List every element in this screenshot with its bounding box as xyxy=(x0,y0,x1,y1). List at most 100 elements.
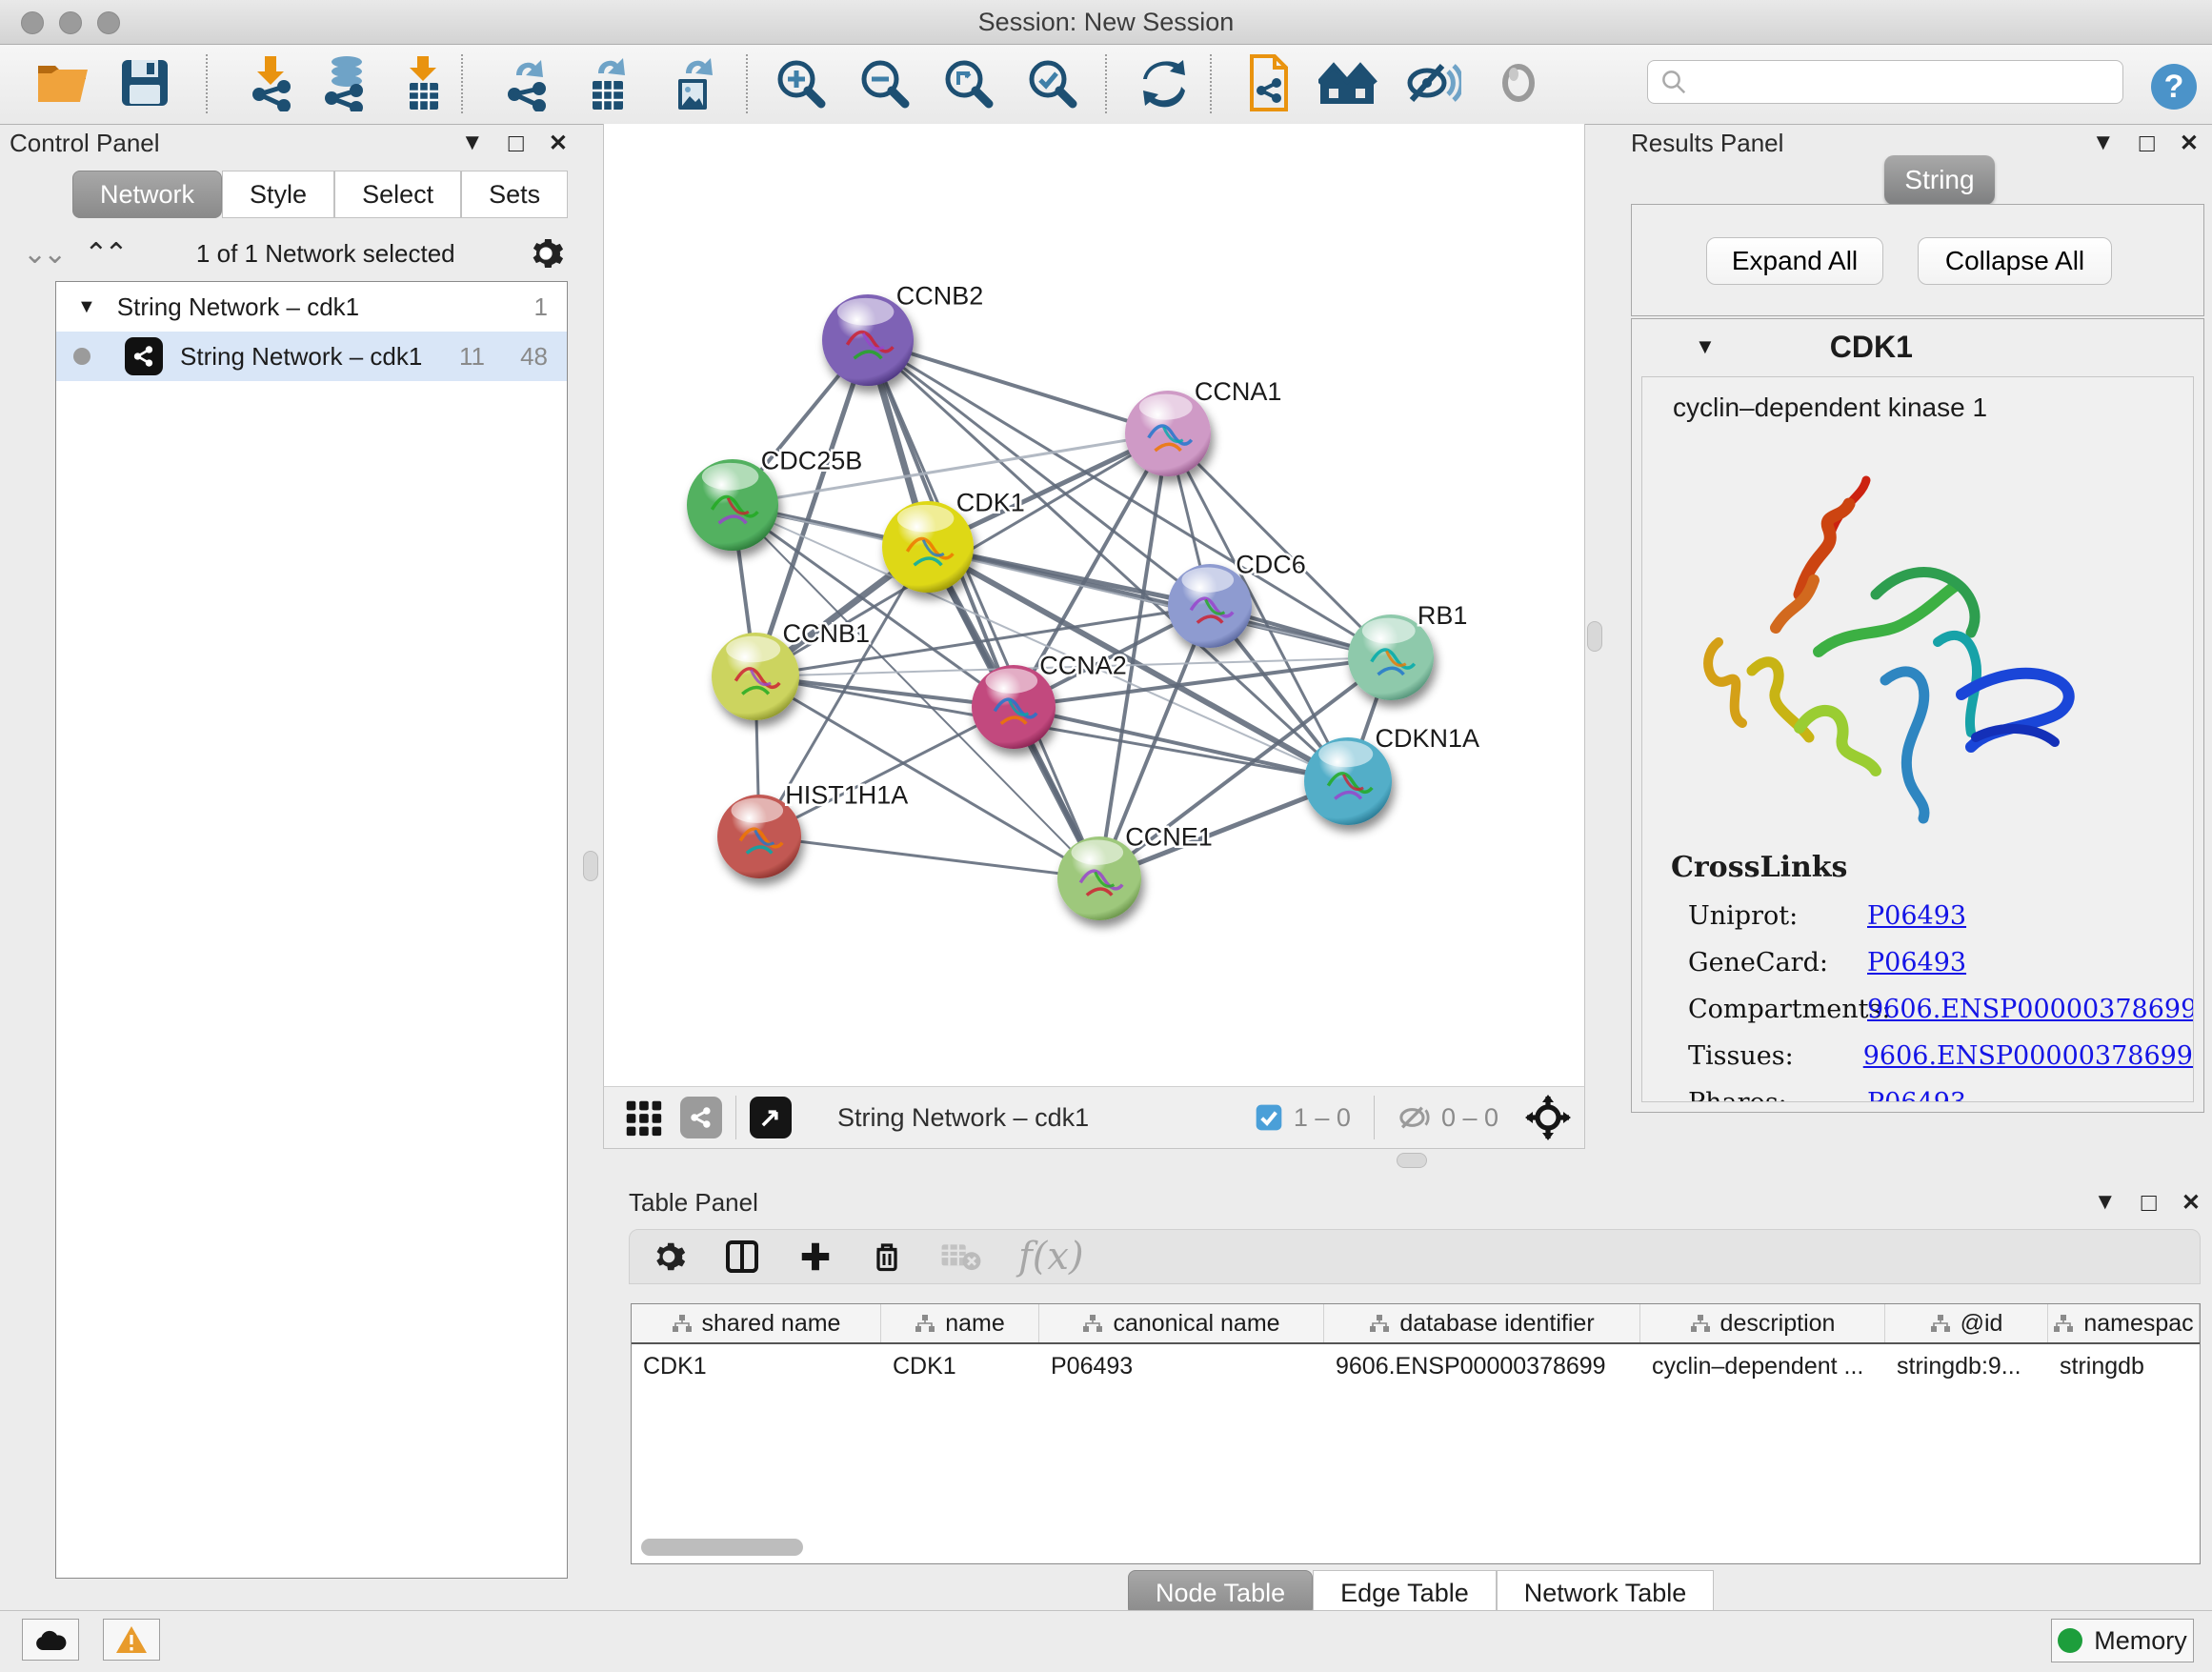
table-options-gear-icon[interactable] xyxy=(651,1239,687,1275)
string-home-button[interactable] xyxy=(1318,56,1379,113)
edge-CCNB2-CCNA1[interactable] xyxy=(868,340,1168,433)
network-row[interactable]: String Network – cdk1 11 48 xyxy=(56,332,567,381)
add-column-icon[interactable] xyxy=(797,1239,834,1275)
network-canvas[interactable]: CCNB2 CCNA1 CDC25B CDK1 CDC6 RB1 xyxy=(603,124,1585,1086)
tab-network[interactable]: Network xyxy=(72,171,222,218)
node-CCNB1[interactable]: CCNB1 xyxy=(712,619,870,720)
shared-column-icon xyxy=(915,1314,935,1333)
tab-edge-table[interactable]: Edge Table xyxy=(1313,1570,1497,1616)
cell-database-identifier[interactable]: 9606.ENSP00000378699 xyxy=(1324,1353,1640,1380)
column-header-description[interactable]: description xyxy=(1640,1304,1885,1342)
update-networks-button[interactable] xyxy=(1134,56,1195,113)
crosslink-link[interactable]: P06493 xyxy=(1867,948,1966,977)
zoom-in-button[interactable] xyxy=(770,56,831,113)
export-image-button[interactable] xyxy=(663,56,724,113)
crosslink-link[interactable]: 9606.ENSP00000378699 xyxy=(1867,995,2194,1024)
control-panel-collapse-icon[interactable]: ▼ xyxy=(461,130,484,156)
network-collection-row[interactable]: ▼ String Network – cdk1 1 xyxy=(56,282,567,332)
memory-label: Memory xyxy=(2094,1626,2187,1656)
search-input[interactable] xyxy=(1647,60,2123,104)
column-header-shared-name[interactable]: shared name xyxy=(632,1304,881,1342)
tab-select[interactable]: Select xyxy=(334,171,461,218)
memory-button[interactable]: Memory xyxy=(2051,1619,2194,1662)
show-columns-icon[interactable] xyxy=(723,1238,761,1276)
import-table-button[interactable] xyxy=(392,56,453,113)
tab-string[interactable]: String xyxy=(1884,155,1995,205)
tab-node-table[interactable]: Node Table xyxy=(1128,1570,1313,1616)
left-splitter-handle[interactable] xyxy=(583,851,598,881)
tab-sets[interactable]: Sets xyxy=(461,171,568,218)
cell-canonical-name[interactable]: P06493 xyxy=(1039,1353,1324,1380)
expand-all-trees-icon[interactable]: ⌃⌃ xyxy=(84,237,124,271)
show-panel-button[interactable] xyxy=(1488,56,1549,113)
table-panel-float-icon[interactable]: □ xyxy=(2142,1188,2157,1218)
edge-HIST1H1A-CCNE1[interactable] xyxy=(759,836,1099,878)
import-network-file-button[interactable] xyxy=(240,56,301,113)
toolbar-separator xyxy=(206,54,208,113)
string-network-graph[interactable]: CCNB2 CCNA1 CDC25B CDK1 CDC6 RB1 xyxy=(604,124,1584,1086)
tab-style[interactable]: Style xyxy=(222,171,334,218)
export-table-button[interactable] xyxy=(577,56,638,113)
crosslink-link[interactable]: 9606.ENSP00000378699 xyxy=(1863,1041,2193,1071)
collapse-protein-icon[interactable]: ▼ xyxy=(1695,334,1716,359)
network-share-view-icon[interactable] xyxy=(680,1097,722,1138)
network-options-gear-icon[interactable] xyxy=(527,234,565,272)
node-CCNA1[interactable]: CCNA1 xyxy=(1125,377,1281,476)
results-panel-close-icon[interactable]: ✕ xyxy=(2180,130,2199,157)
results-panel-float-icon[interactable]: □ xyxy=(2140,129,2155,158)
warnings-button[interactable] xyxy=(103,1619,160,1661)
selected-checkbox-icon[interactable] xyxy=(1254,1102,1284,1133)
delete-column-icon[interactable] xyxy=(870,1239,904,1275)
control-panel-float-icon[interactable]: □ xyxy=(509,129,524,158)
export-image-icon xyxy=(667,54,720,116)
birdseye-view-icon[interactable] xyxy=(750,1097,792,1138)
export-network-button[interactable] xyxy=(495,56,556,113)
node-label-CCNA1: CCNA1 xyxy=(1195,377,1282,406)
table-row[interactable]: CDK1CDK1P064939606.ENSP00000378699cyclin… xyxy=(632,1344,2200,1388)
cloud-status-button[interactable] xyxy=(22,1619,79,1661)
tab-network-table[interactable]: Network Table xyxy=(1497,1570,1715,1616)
cell-description[interactable]: cyclin–dependent ... xyxy=(1640,1353,1885,1380)
column-header-database-identifier[interactable]: database identifier xyxy=(1324,1304,1640,1342)
fit-content-icon xyxy=(940,55,995,115)
right-splitter-handle[interactable] xyxy=(1587,621,1602,652)
table-panel-close-icon[interactable]: ✕ xyxy=(2182,1189,2201,1217)
cell-name[interactable]: CDK1 xyxy=(881,1353,1039,1380)
cell--id[interactable]: stringdb:9... xyxy=(1885,1353,2048,1380)
crosslink-row: Tissues: 9606.ENSP00000378699 xyxy=(1671,1041,2193,1071)
node-CDK1[interactable]: CDK1 xyxy=(882,489,1025,593)
control-panel-close-icon[interactable]: ✕ xyxy=(549,130,568,157)
cell-namespac[interactable]: stringdb xyxy=(2048,1353,2200,1380)
crosslink-link[interactable]: P06493 xyxy=(1867,1088,1966,1102)
collapse-all-trees-icon[interactable]: ⌄⌄ xyxy=(23,237,63,271)
cybrowser-button[interactable] xyxy=(1238,56,1299,113)
expand-all-button[interactable]: Expand All xyxy=(1706,237,1883,285)
fit-content-button[interactable] xyxy=(937,56,998,113)
tree-expander-icon[interactable]: ▼ xyxy=(77,296,96,318)
help-button[interactable]: ? xyxy=(2145,58,2202,115)
bottom-splitter-handle[interactable] xyxy=(1397,1153,1427,1168)
column-header-namespac[interactable]: namespac xyxy=(2048,1304,2200,1342)
column-header-name[interactable]: name xyxy=(881,1304,1039,1342)
results-panel-collapse-icon[interactable]: ▼ xyxy=(2092,130,2115,156)
crosslink-link[interactable]: P06493 xyxy=(1867,901,1966,931)
grid-view-icon[interactable] xyxy=(621,1096,665,1139)
node-CDKN1A[interactable]: CDKN1A xyxy=(1304,724,1479,825)
cell-shared-name[interactable]: CDK1 xyxy=(632,1353,881,1380)
zoom-selected-button[interactable] xyxy=(1021,56,1082,113)
protein-card-header[interactable]: ▼ CDK1 xyxy=(1632,319,2203,374)
pan-crosshair-icon[interactable] xyxy=(1525,1095,1571,1140)
import-network-database-button[interactable] xyxy=(314,56,375,113)
save-session-button[interactable] xyxy=(114,56,175,113)
open-session-button[interactable] xyxy=(32,56,93,113)
node-RB1[interactable]: RB1 xyxy=(1348,601,1467,700)
column-header--id[interactable]: @id xyxy=(1885,1304,2048,1342)
table-panel-collapse-icon[interactable]: ▼ xyxy=(2094,1189,2117,1216)
column-header-canonical-name[interactable]: canonical name xyxy=(1039,1304,1324,1342)
node-HIST1H1A[interactable]: HIST1H1A xyxy=(717,781,908,878)
hide-panel-button[interactable] xyxy=(1402,56,1463,113)
crosslink-row: Uniprot: P06493 xyxy=(1671,901,2193,931)
zoom-out-button[interactable] xyxy=(854,56,915,113)
collapse-all-button[interactable]: Collapse All xyxy=(1918,237,2112,285)
horizontal-scrollbar-thumb[interactable] xyxy=(641,1539,803,1556)
